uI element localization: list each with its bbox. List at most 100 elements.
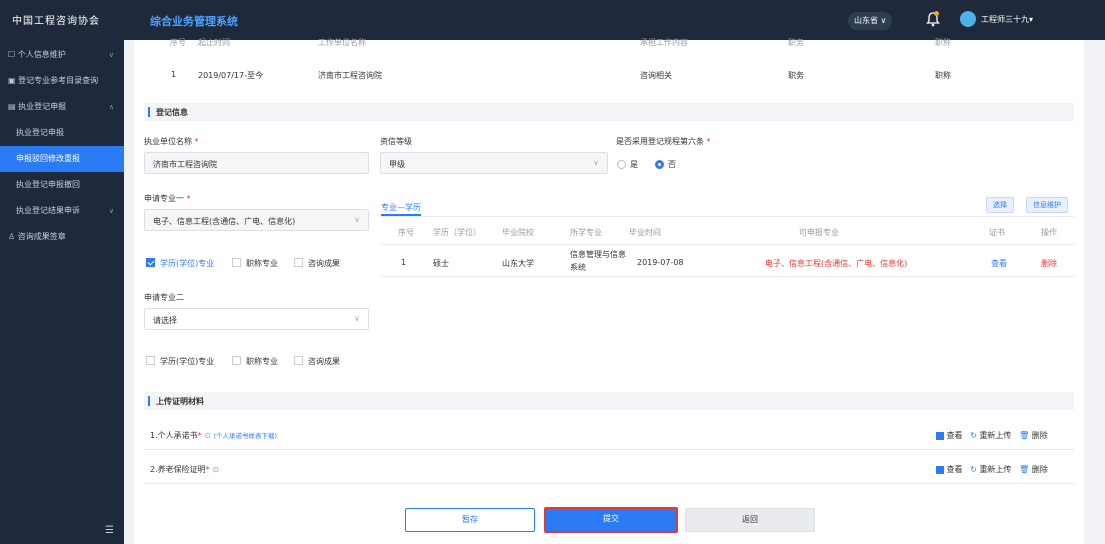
view-material-button[interactable]: 查看 [947, 431, 963, 440]
file-icon [936, 431, 944, 440]
username-label: 工程师三十九 [981, 15, 1029, 24]
select-button[interactable]: 选择 [986, 197, 1014, 213]
material-item-label: 1.个人承诺书* ⊙ (个人承诺书样表下载) [150, 431, 278, 440]
tab-major-edu[interactable]: 专业—学历 [381, 202, 421, 213]
sidebar-item-reg-apply[interactable]: 执业登记申报 [0, 120, 124, 146]
major2-check-title-label: 职称专业 [246, 357, 278, 366]
main-content: 序号 起止时间 工作单位名称 承担工作内容 职务 职称 1 2019/07/17… [134, 38, 1084, 544]
major2-check-edu-label: 学历(学位)专业 [160, 357, 215, 366]
sidebar-item-label: 执业登记申报 [18, 102, 67, 111]
major1-check-title[interactable] [232, 258, 241, 267]
table-cell-title: 职称 [935, 71, 951, 80]
major2-select[interactable]: 请选择 ∨ [144, 308, 369, 330]
chevron-down-icon: ∨ [593, 158, 599, 167]
major2-check-title[interactable] [232, 356, 241, 365]
major2-label: 申请专业二 [144, 293, 184, 302]
col-header-company: 工作单位名称 [318, 38, 366, 47]
major2-check-result-label: 咨询成果 [308, 357, 340, 366]
chevron-down-icon: ∨ [880, 16, 887, 25]
submit-button[interactable]: 提交 [544, 507, 678, 533]
sidebar-item-catalog[interactable]: ▣ 登记专业参考目录查询 [0, 68, 124, 94]
save-draft-button[interactable]: 暂存 [405, 508, 535, 532]
edu-header-no: 序号 [398, 228, 414, 237]
rule6-yes-label: 是 [630, 160, 638, 169]
province-label: 山东省 [854, 16, 878, 25]
chevron-down-icon: ∨ [354, 215, 360, 224]
chevron-down-icon: ∨ [354, 314, 360, 323]
province-select[interactable]: 山东省 ∨ [848, 12, 893, 30]
col-header-period: 起止时间 [198, 38, 230, 47]
section-title: 上传证明材料 [156, 397, 204, 406]
edu-header-degree: 学历（学位） [433, 228, 481, 237]
edu-cell-school: 山东大学 [502, 259, 534, 268]
edu-cell-major-line1: 信息管理与信息 [570, 250, 626, 259]
grade-label: 资信等级 [380, 137, 412, 146]
avatar[interactable] [960, 11, 976, 27]
unit-label: 执业单位名称 * [144, 137, 199, 146]
reupload-button[interactable]: 重新上传 [979, 431, 1011, 440]
bell-icon[interactable] [924, 10, 942, 28]
material-actions: 查看 ↻ 重新上传 🗑 删除 [936, 464, 1048, 475]
edu-header-cert: 证书 [989, 228, 1005, 237]
sidebar-item-resubmit[interactable]: 申报驳回修改重报 [0, 146, 124, 172]
grade-select[interactable]: 甲级 ∨ [380, 152, 608, 174]
username-menu[interactable]: 工程师三十九▾ [981, 14, 1033, 25]
file-icon [936, 465, 944, 474]
download-template-link[interactable]: (个人承诺书样表下载) [213, 432, 277, 440]
sidebar-item-label: 个人信息维护 [17, 50, 66, 59]
section-materials: 上传证明材料 [144, 392, 1074, 410]
sidebar-item-withdraw[interactable]: 执业登记申报撤回 [0, 172, 124, 198]
divider [381, 276, 1074, 277]
delete-edu-link[interactable]: 删除 [1041, 258, 1057, 269]
edu-header-major: 所学专业 [570, 228, 602, 237]
major1-select[interactable]: 电子、信息工程(含通信、广电、信息化) ∨ [144, 209, 369, 231]
view-cert-link[interactable]: 查看 [991, 258, 1007, 269]
material-item-label: 2.养老保险证明* ⊙ [150, 465, 219, 474]
sidebar-item-profile[interactable]: ☐ 个人信息维护 ∨ [0, 42, 124, 68]
major1-check-edu-label: 学历(学位)专业 [160, 259, 215, 268]
col-header-no: 序号 [170, 38, 186, 47]
divider [381, 244, 1074, 245]
edu-cell-applicable: 电子、信息工程(含通信、广电、信息化) [765, 259, 908, 268]
major2-check-result[interactable] [294, 356, 303, 365]
view-material-button[interactable]: 查看 [947, 465, 963, 474]
major1-check-result-label: 咨询成果 [308, 259, 340, 268]
major1-value: 电子、信息工程(含通信、广电、信息化) [153, 217, 296, 226]
sidebar-item-label: 执业登记申报撤回 [16, 180, 80, 189]
table-cell-company: 济南市工程咨询院 [318, 71, 382, 80]
edu-header-school: 毕业院校 [502, 228, 534, 237]
col-header-duty: 职务 [788, 38, 804, 47]
sidebar-item-label: 执业登记结果申诉 [16, 206, 80, 215]
reupload-button[interactable]: 重新上传 [979, 465, 1011, 474]
table-cell-content: 咨询相关 [640, 71, 672, 80]
unit-field[interactable]: 济南市工程咨询院 [144, 152, 369, 174]
back-button[interactable]: 返回 [685, 508, 815, 532]
major2-check-edu[interactable] [146, 356, 155, 365]
logo: 中国工程咨询协会 [12, 16, 100, 27]
table-cell-duty: 职务 [788, 71, 804, 80]
sidebar-item-registration[interactable]: ▤ 执业登记申报 ∧ [0, 94, 124, 120]
info-maintain-button[interactable]: 信息维护 [1026, 197, 1068, 213]
refresh-icon: ↻ [970, 431, 977, 440]
major1-check-edu[interactable] [146, 258, 155, 267]
table-cell-period: 2019/07/17-至今 [198, 71, 263, 80]
refresh-icon: ↻ [970, 465, 977, 474]
rule6-no-radio[interactable] [655, 160, 664, 169]
grade-value: 甲级 [389, 160, 405, 169]
sidebar-item-appeal[interactable]: 执业登记结果申诉 ∨ [0, 198, 124, 224]
edu-header-applicable: 可申报专业 [799, 228, 839, 237]
rule6-yes-radio[interactable] [617, 160, 626, 169]
trash-icon: 🗑 [1019, 465, 1030, 474]
major1-check-result[interactable] [294, 258, 303, 267]
major1-label: 申请专业一 * [144, 194, 191, 203]
chevron-up-icon: ∧ [108, 103, 114, 111]
delete-material-button[interactable]: 删除 [1032, 465, 1048, 474]
major2-placeholder: 请选择 [153, 316, 177, 325]
collapse-sidebar-icon[interactable]: ☰ [105, 525, 114, 536]
rule6-label: 是否采用登记规程第六条 * [616, 137, 711, 146]
sidebar-item-seal[interactable]: ♙ 咨询成果签章 [0, 224, 124, 250]
edu-cell-degree: 硕士 [433, 259, 449, 268]
delete-material-button[interactable]: 删除 [1032, 431, 1048, 440]
sidebar-item-label: 咨询成果签章 [17, 232, 66, 241]
sidebar-item-label: 申报驳回修改重报 [16, 154, 80, 163]
